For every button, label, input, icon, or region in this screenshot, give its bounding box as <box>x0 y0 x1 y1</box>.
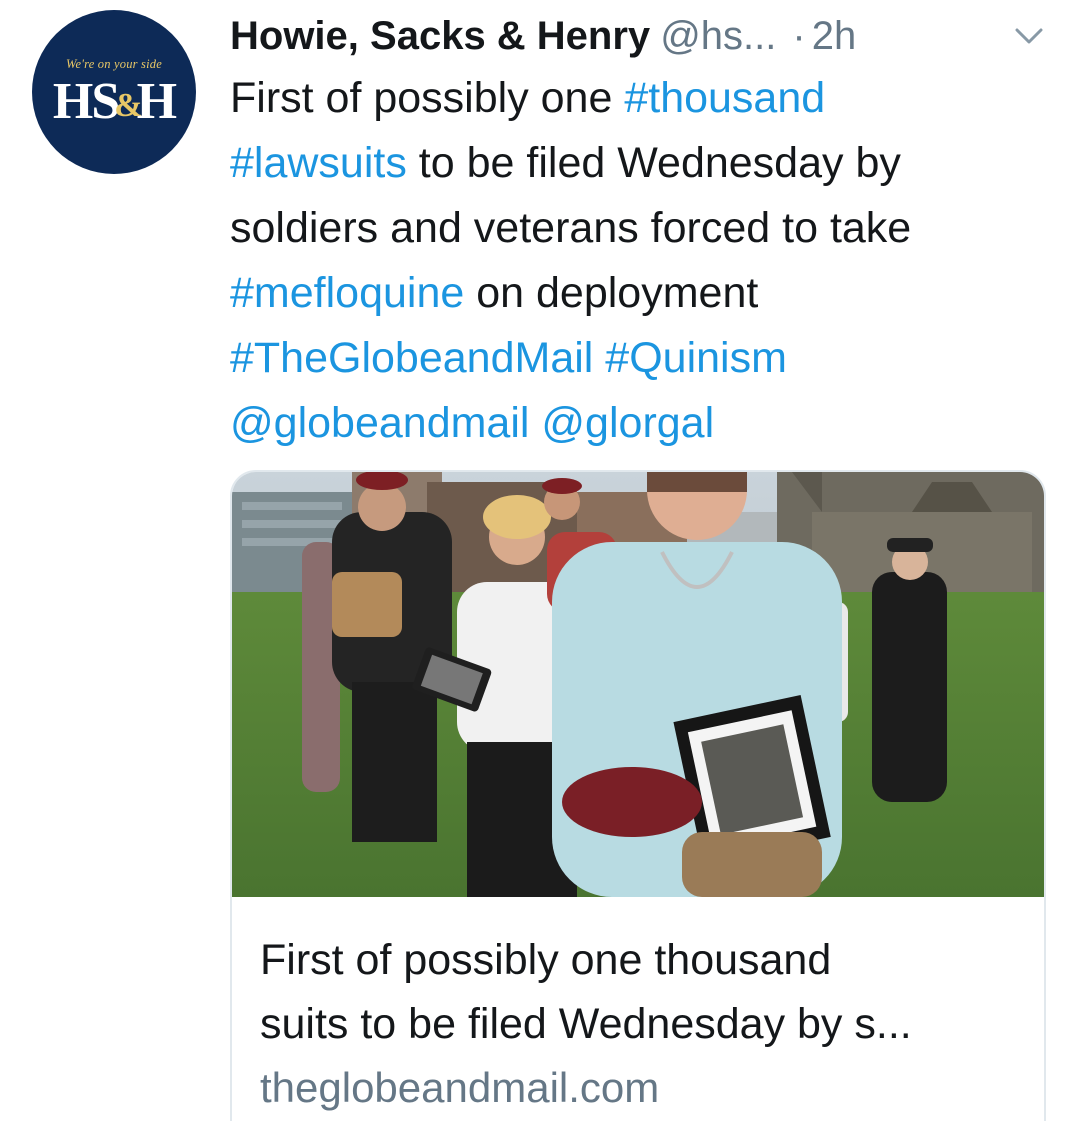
card-domain[interactable]: theglobeandmail.com <box>260 1056 1030 1120</box>
tweet-text-line: #TheGlobeandMail #Quinism <box>230 326 1060 391</box>
author-handle[interactable]: @hs... <box>660 14 776 59</box>
card-text: First of possibly one thousand suits to … <box>260 928 1030 1120</box>
link-card[interactable]: First of possibly one thousand suits to … <box>230 470 1046 1121</box>
tweet-text-segment: First of possibly one <box>230 74 625 122</box>
header-separator: · <box>792 13 806 58</box>
tweet-text-segment: to be filed Wednesday by <box>406 139 901 187</box>
tweet-text-segment <box>529 399 541 447</box>
tweet-timestamp[interactable]: 2h <box>812 14 857 59</box>
hashtag-link[interactable]: #Quinism <box>605 334 787 382</box>
tweet-text-line: soldiers and veterans forced to take <box>230 196 1060 261</box>
avatar-slogan: We're on your side <box>66 57 162 71</box>
hashtag-link[interactable]: #lawsuits <box>230 139 407 187</box>
card-image <box>232 472 1044 897</box>
avatar-monogram-left: HS <box>52 73 120 130</box>
card-title-line-2: suits to be filed Wednesday by s... <box>260 1000 912 1048</box>
tweet-header: Howie, Sacks & Henry @hs... · 2h <box>230 6 856 66</box>
avatar-monogram-right: H <box>136 73 177 130</box>
tweet[interactable]: We're on your side HS&H Howie, Sacks & H… <box>0 0 1080 1121</box>
tweet-text-line: #lawsuits to be filed Wednesday by <box>230 131 1060 196</box>
tweet-text-line: @globeandmail @glorgal <box>230 391 1060 456</box>
tweet-text-segment: soldiers and veterans forced to take <box>230 204 912 252</box>
avatar-monogram: HS&H <box>32 76 196 128</box>
tweet-text-segment: on deployment <box>464 269 759 317</box>
author-avatar[interactable]: We're on your side HS&H <box>32 10 196 174</box>
chevron-down-icon[interactable] <box>1013 24 1045 48</box>
card-title-line-1: First of possibly one thousand <box>260 936 832 984</box>
hashtag-link[interactable]: #TheGlobeandMail <box>230 334 593 382</box>
hashtag-link[interactable]: #thousand <box>624 74 825 122</box>
author-name[interactable]: Howie, Sacks & Henry <box>230 14 650 59</box>
tweet-text-segment <box>593 334 605 382</box>
tweet-text: First of possibly one #thousand #lawsuits… <box>230 66 1060 456</box>
tweet-text-line: First of possibly one #thousand <box>230 66 1060 131</box>
mention-link[interactable]: @glorgal <box>541 399 714 447</box>
mention-link[interactable]: @globeandmail <box>230 399 529 447</box>
tweet-text-line: #mefloquine on deployment <box>230 261 1060 326</box>
hashtag-link[interactable]: #mefloquine <box>230 269 464 317</box>
